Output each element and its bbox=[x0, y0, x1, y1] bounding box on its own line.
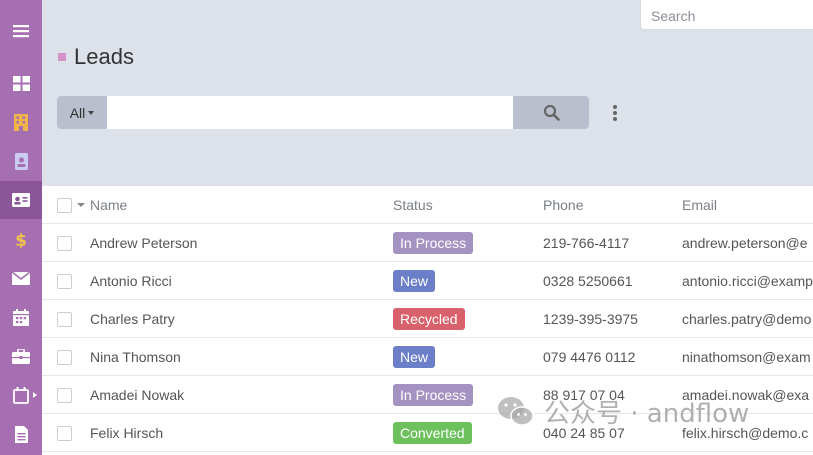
search-icon bbox=[543, 104, 560, 121]
status-badge: New bbox=[393, 270, 436, 292]
submenu-caret-icon bbox=[33, 392, 37, 398]
table-header: Name Status Phone Email bbox=[42, 186, 813, 224]
building-icon bbox=[14, 113, 28, 131]
lead-name-link[interactable]: Amadei Nowak bbox=[90, 376, 390, 414]
lead-name-link[interactable]: Nina Thomson bbox=[90, 338, 390, 376]
id-card-icon bbox=[12, 193, 30, 207]
column-header-phone[interactable]: Phone bbox=[543, 186, 678, 224]
page-title: Leads bbox=[74, 44, 134, 69]
watermark-text: 公众号 · andflow bbox=[544, 399, 750, 429]
filter-scope-label: All bbox=[69, 104, 86, 121]
sidebar-item-calendar[interactable] bbox=[0, 298, 42, 336]
status-badge: In Process bbox=[393, 384, 474, 406]
lead-name-link[interactable]: Felix Hirsch bbox=[90, 414, 390, 452]
column-header-status[interactable]: Status bbox=[393, 186, 533, 224]
dollar-icon: $ bbox=[15, 231, 27, 249]
sidebar-item-cases[interactable] bbox=[0, 337, 42, 375]
search-button[interactable] bbox=[513, 96, 589, 129]
row-checkbox[interactable] bbox=[57, 387, 72, 403]
table-row[interactable]: Charles Patry Recycled 1239-395-3975 charle… bbox=[42, 300, 813, 338]
table-row[interactable]: Andrew Peterson In Process 219-766-4117 and… bbox=[42, 224, 813, 262]
status-badge: Recycled bbox=[393, 308, 465, 330]
lead-name-link[interactable]: Charles Patry bbox=[90, 300, 390, 338]
sidebar-item-tasks[interactable] bbox=[0, 376, 42, 414]
email-link[interactable]: ninathomson@exam bbox=[682, 338, 813, 376]
table-row[interactable]: Antonio Ricci New 0328 5250661 antonio.ricc… bbox=[42, 262, 813, 300]
row-checkbox[interactable] bbox=[57, 235, 72, 251]
status-badge: In Process bbox=[393, 232, 474, 254]
contact-badge-icon bbox=[14, 152, 28, 170]
document-icon bbox=[14, 425, 28, 443]
lead-name-link[interactable]: Antonio Ricci bbox=[90, 262, 390, 300]
row-checkbox[interactable] bbox=[57, 311, 72, 327]
watermark: 公众号 · andflow bbox=[496, 393, 749, 430]
row-checkbox[interactable] bbox=[57, 273, 72, 289]
envelope-icon bbox=[12, 271, 30, 285]
phone-value: 1239-395-3975 bbox=[543, 311, 638, 327]
status-cell: Recycled bbox=[393, 300, 533, 338]
phone-value: 0328 5250661 bbox=[543, 273, 633, 289]
row-checkbox[interactable] bbox=[57, 425, 72, 441]
row-checkbox[interactable] bbox=[57, 349, 72, 365]
status-cell: New bbox=[393, 262, 533, 300]
global-search-input[interactable]: Search bbox=[640, 0, 813, 30]
svg-text:$: $ bbox=[15, 231, 27, 249]
calendar-icon bbox=[13, 308, 29, 326]
calendar-check-icon bbox=[13, 386, 29, 404]
status-badge: New bbox=[393, 346, 436, 368]
chevron-down-icon[interactable] bbox=[77, 203, 85, 207]
sidebar-item-dashboard[interactable] bbox=[0, 64, 42, 102]
email-link[interactable]: andrew.peterson@e bbox=[682, 224, 813, 262]
status-cell: In Process bbox=[393, 224, 533, 262]
title-marker bbox=[58, 53, 66, 61]
lead-name-link[interactable]: Andrew Peterson bbox=[90, 224, 390, 262]
sidebar-item-leads[interactable] bbox=[0, 181, 42, 219]
email-link[interactable]: charles.patry@demo bbox=[682, 300, 813, 338]
sidebar-item-documents[interactable] bbox=[0, 415, 42, 453]
more-actions-icon[interactable] bbox=[608, 103, 622, 123]
sidebar-item-accounts[interactable] bbox=[0, 103, 42, 141]
wechat-logo-icon bbox=[498, 396, 534, 426]
sidebar-item-contacts[interactable] bbox=[0, 142, 42, 180]
status-cell: New bbox=[393, 338, 533, 376]
briefcase-icon bbox=[12, 348, 30, 364]
column-header-email[interactable]: Email bbox=[682, 186, 813, 224]
filter-search-input[interactable] bbox=[107, 96, 513, 129]
sidebar-item-emails[interactable] bbox=[0, 259, 42, 297]
phone-value: 219-766-4117 bbox=[543, 235, 630, 251]
hamburger-menu-icon bbox=[13, 25, 29, 38]
sidebar: $ bbox=[0, 0, 42, 455]
phone-value: 079 4476 0112 bbox=[543, 349, 636, 365]
status-badge: Converted bbox=[393, 422, 472, 444]
column-header-name[interactable]: Name bbox=[90, 186, 390, 224]
menu-toggle-button[interactable] bbox=[0, 12, 42, 50]
email-link[interactable]: antonio.ricci@examp bbox=[682, 262, 813, 300]
table-row[interactable]: Nina Thomson New 079 4476 0112 ninathomson@… bbox=[42, 338, 813, 376]
dashboard-icon bbox=[12, 75, 30, 91]
sidebar-item-opportunities[interactable]: $ bbox=[0, 221, 42, 259]
select-all-checkbox[interactable] bbox=[57, 197, 72, 213]
filter-scope-dropdown[interactable]: All bbox=[57, 96, 107, 129]
chevron-down-icon bbox=[88, 111, 95, 115]
